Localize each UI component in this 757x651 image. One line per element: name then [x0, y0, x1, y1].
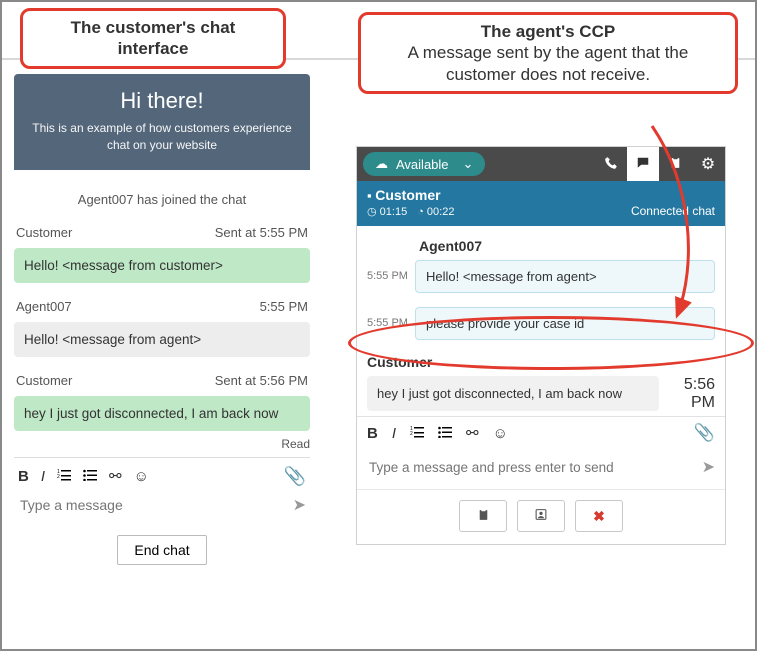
joined-notice: Agent007 has joined the chat [14, 192, 310, 207]
customer-header-title: Hi there! [26, 88, 298, 114]
callout-agent-sub: A message sent by the agent that the cus… [375, 42, 721, 85]
agent-name-label: Agent007 [419, 238, 715, 254]
agent-message-row: 5:55 PM Hello! <message from agent> [367, 260, 715, 293]
svg-text:2: 2 [57, 474, 60, 480]
phone-icon [604, 156, 618, 173]
status-label: Available [396, 157, 449, 172]
msg-sender: Agent007 [16, 299, 72, 314]
tab-tasks[interactable] [659, 147, 691, 181]
msg-time: Sent at 5:55 PM [215, 225, 308, 240]
msg-meta-row: Customer Sent at 5:55 PM [14, 221, 310, 244]
cloud-icon: ☁ [375, 156, 388, 172]
bold-icon[interactable]: B [367, 425, 378, 442]
bold-icon[interactable]: B [18, 468, 29, 485]
msg-time: 5:55 PM [367, 307, 415, 329]
agent-message-bubble: Hello! <message from agent> [14, 322, 310, 357]
gear-icon: ⚙ [701, 154, 715, 174]
ccp-top-bar: ☁ Available ⌄ ⚙ [357, 147, 725, 181]
agent-bubble: Hello! <message from agent> [415, 260, 715, 293]
clock-icon: ◷ [367, 205, 377, 218]
customer-chat-header: Hi there! This is an example of how cust… [14, 74, 310, 170]
msg-time: Sent at 5:56 PM [215, 373, 308, 388]
clipboard-icon [477, 508, 490, 525]
msg-time: 5:55 PM [367, 260, 415, 282]
customer-message-bubble: hey I just got disconnected, I am back n… [14, 396, 310, 431]
ccp-format-toolbar: B I 12 ⚯ ☺ 📎 [357, 416, 725, 449]
read-receipt: Read [14, 437, 310, 451]
speech-icon: ▪ [367, 188, 372, 203]
clipboard-icon [669, 156, 682, 173]
unordered-list-icon[interactable] [83, 468, 97, 485]
italic-icon[interactable]: I [41, 468, 45, 485]
timer-state: 00:22 [427, 206, 455, 218]
svg-text:2: 2 [410, 431, 413, 437]
status-selector[interactable]: ☁ Available ⌄ [363, 152, 485, 176]
stopwatch-icon: ◔ [417, 206, 424, 218]
quick-responses-button[interactable] [459, 500, 507, 532]
ccp-contact-header: ▪ Customer ◷ 01:15 ◔ 00:22 Connected cha… [357, 181, 725, 226]
connection-status: Connected chat [631, 204, 715, 218]
attachment-icon[interactable]: 📎 [284, 466, 306, 487]
ordered-list-icon[interactable]: 12 [57, 468, 71, 485]
emoji-icon[interactable]: ☺ [493, 425, 508, 442]
chevron-down-icon: ⌄ [463, 156, 474, 172]
customer-format-toolbar: B I 12 ⚯ ☺ 📎 [14, 457, 310, 489]
agent-ccp-panel: ☁ Available ⌄ ⚙ ▪ Customer [356, 146, 726, 545]
msg-meta-row: Customer Sent at 5:56 PM [14, 369, 310, 392]
msg-sender: Customer [16, 225, 72, 240]
contact-icon [534, 508, 548, 524]
end-chat-button[interactable]: End chat [117, 535, 206, 565]
ccp-input-row: ➤ [357, 449, 725, 489]
msg-time: 5:55 PM [260, 299, 308, 314]
agent-bubble: please provide your case id [415, 307, 715, 340]
timer-total: 01:15 [380, 206, 408, 218]
customer-message-row: hey I just got disconnected, I am back n… [367, 376, 715, 412]
customer-header-sub: This is an example of how customers expe… [26, 120, 298, 154]
end-contact-button[interactable]: ✖ [575, 500, 623, 532]
transfer-button[interactable] [517, 500, 565, 532]
customer-message-bubble: Hello! <message from customer> [14, 248, 310, 283]
callout-agent-title: The agent's CCP [481, 22, 615, 41]
chat-icon [636, 156, 650, 173]
attachment-icon[interactable]: 📎 [694, 423, 715, 443]
customer-bubble: hey I just got disconnected, I am back n… [367, 376, 659, 411]
ccp-message-input[interactable] [367, 459, 702, 476]
emoji-icon[interactable]: ☺ [134, 468, 149, 485]
close-icon: ✖ [593, 508, 605, 525]
channel-tabs [595, 147, 691, 181]
msg-time: 5:56 PM [667, 376, 715, 412]
customer-message-input[interactable] [18, 496, 293, 514]
ordered-list-icon[interactable]: 12 [410, 425, 424, 442]
send-icon[interactable]: ➤ [293, 495, 306, 515]
ccp-body: Agent007 5:55 PM Hello! <message from ag… [357, 226, 725, 416]
tab-chat[interactable] [627, 147, 659, 181]
contact-name: Customer [375, 187, 440, 203]
settings-button[interactable]: ⚙ [691, 154, 725, 174]
customer-section-label: Customer [367, 354, 715, 370]
callout-customer-text: The customer's chat interface [71, 18, 236, 58]
send-icon[interactable]: ➤ [702, 457, 715, 477]
tab-voice[interactable] [595, 147, 627, 181]
msg-sender: Customer [16, 373, 72, 388]
callout-agent: The agent's CCP A message sent by the ag… [358, 12, 738, 94]
msg-meta-row: Agent007 5:55 PM [14, 295, 310, 318]
link-icon[interactable]: ⚯ [109, 467, 122, 485]
italic-icon[interactable]: I [392, 425, 396, 442]
customer-chat-panel: Hi there! This is an example of how cust… [14, 74, 310, 573]
customer-input-row: ➤ [14, 489, 310, 525]
agent-message-row: 5:55 PM please provide your case id [367, 307, 715, 340]
callout-customer: The customer's chat interface [20, 8, 286, 69]
link-icon[interactable]: ⚯ [466, 424, 479, 442]
unordered-list-icon[interactable] [438, 425, 452, 442]
customer-chat-body: Agent007 has joined the chat Customer Se… [14, 192, 310, 573]
ccp-action-bar: ✖ [357, 489, 725, 544]
